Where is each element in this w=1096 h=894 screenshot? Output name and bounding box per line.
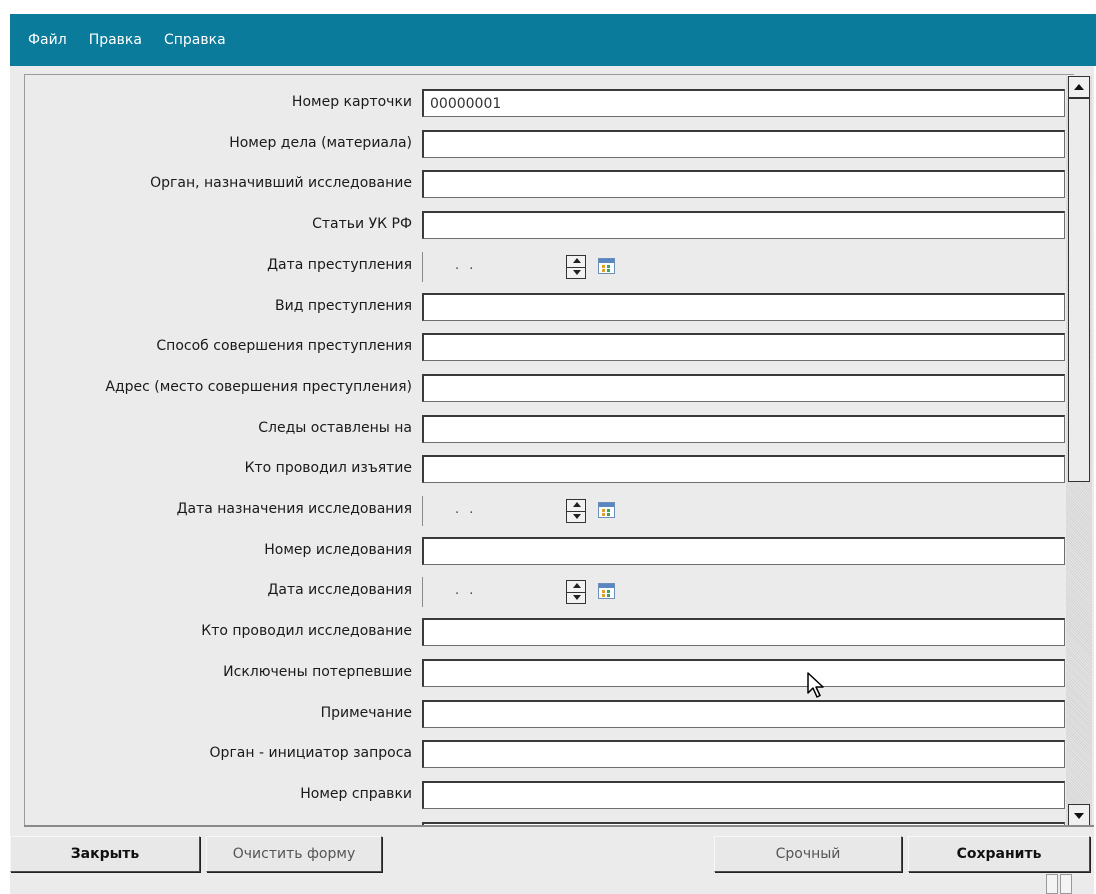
menu-bar: Файл Правка Справка xyxy=(10,14,1096,66)
form-row: Дата исследования . . xyxy=(25,577,1074,607)
text-field[interactable] xyxy=(422,293,1065,321)
form-row: Статьи УК РФ xyxy=(25,211,1074,239)
text-field[interactable] xyxy=(422,537,1065,565)
field-label: Дата назначения исследования xyxy=(176,501,412,517)
field-label: Орган, назначивший исследование xyxy=(150,175,412,191)
form-row: Кто проводил исследование xyxy=(25,618,1074,646)
calendar-icon[interactable] xyxy=(598,583,615,599)
date-value: . . xyxy=(455,583,477,598)
mouse-pointer-icon xyxy=(807,672,824,698)
menu-file[interactable]: Файл xyxy=(28,32,67,48)
field-label: Исключены потерпевшие xyxy=(223,664,412,680)
date-field[interactable]: . . xyxy=(422,252,590,282)
calendar-icon[interactable] xyxy=(598,258,615,274)
text-field[interactable] xyxy=(422,700,1065,728)
calendar-icon[interactable] xyxy=(598,502,615,518)
field-label: Способ совершения преступления xyxy=(156,338,412,354)
text-field[interactable] xyxy=(422,374,1065,402)
field-label: Примечание xyxy=(320,705,412,721)
arrow-down-icon xyxy=(1074,813,1084,819)
text-field[interactable] xyxy=(422,781,1065,809)
form-row: Способ совершения преступления xyxy=(25,333,1074,361)
form-row: Номер справки xyxy=(25,781,1074,809)
scroll-up-button[interactable] xyxy=(1068,76,1090,98)
spinner-icon[interactable] xyxy=(566,255,586,279)
date-field[interactable]: . . xyxy=(422,496,590,526)
date-value: . . xyxy=(455,258,477,273)
menu-edit[interactable]: Правка xyxy=(89,32,142,48)
text-field[interactable] xyxy=(422,170,1065,198)
arrow-up-icon xyxy=(1074,84,1084,90)
field-label: Следы оставлены на xyxy=(258,420,412,436)
clear-form-button[interactable]: Очистить форму xyxy=(206,836,382,872)
text-field[interactable] xyxy=(422,455,1065,483)
text-field[interactable] xyxy=(422,333,1065,361)
form-row: Кто проводил изъятие xyxy=(25,455,1074,483)
field-label: Кто проводил изъятие xyxy=(244,460,412,476)
divider xyxy=(24,825,1094,827)
field-label: Номер дела (материала) xyxy=(229,135,412,151)
field-label: Дата исследования xyxy=(267,582,412,598)
text-field[interactable] xyxy=(422,211,1065,239)
form-row: Примечание xyxy=(25,700,1074,728)
form-row: Орган - инициатор запроса xyxy=(25,740,1074,768)
scrollbar-thumb[interactable] xyxy=(1068,98,1090,482)
text-field[interactable] xyxy=(422,618,1065,646)
urgent-button[interactable]: Срочный xyxy=(714,836,902,872)
form-row: Номер карточки xyxy=(25,89,1074,117)
save-button[interactable]: Сохранить xyxy=(908,836,1090,872)
form-row: Адрес (место совершения преступления) xyxy=(25,374,1074,402)
form-row: Дата назначения исследования . . xyxy=(25,496,1074,526)
card-form: Номер карточки Номер дела (материала) Орга… xyxy=(24,74,1074,826)
spinner-icon[interactable] xyxy=(566,499,586,523)
form-row: Дата преступления . . xyxy=(25,252,1074,282)
field-label: Статьи УК РФ xyxy=(312,216,412,232)
form-row: Номер дела (материала) xyxy=(25,130,1074,158)
close-button[interactable]: Закрыть xyxy=(10,836,200,872)
text-field[interactable] xyxy=(422,89,1065,117)
field-label: Орган - инициатор запроса xyxy=(209,745,412,761)
button-bar: Закрыть Очистить форму Срочный Сохранить xyxy=(10,836,1094,876)
resize-grip[interactable] xyxy=(1044,872,1084,894)
field-label: Номер карточки xyxy=(291,94,412,110)
field-label: Номер справки xyxy=(300,786,412,802)
form-row: Номер иследования xyxy=(25,537,1074,565)
date-value: . . xyxy=(455,502,477,517)
form-row: Следы оставлены на xyxy=(25,415,1074,443)
field-label: Вид преступления xyxy=(274,298,412,314)
spinner-icon[interactable] xyxy=(566,580,586,604)
scroll-down-button[interactable] xyxy=(1068,804,1090,826)
field-label: Кто проводил исследование xyxy=(201,623,412,639)
text-field[interactable] xyxy=(422,659,1065,687)
date-field[interactable]: . . xyxy=(422,577,590,607)
main-window: Файл Правка Справка Номер карточкиНомер … xyxy=(10,14,1096,894)
form-row: Орган, назначивший исследование xyxy=(25,170,1074,198)
form-row: Вид преступления xyxy=(25,293,1074,321)
form-row: Исключены потерпевшие xyxy=(25,659,1074,687)
text-field[interactable] xyxy=(422,130,1065,158)
menu-help[interactable]: Справка xyxy=(164,32,226,48)
text-field[interactable] xyxy=(422,740,1065,768)
field-label: Адрес (место совершения преступления) xyxy=(105,379,412,395)
field-label: Дата преступления xyxy=(267,257,412,273)
text-field[interactable] xyxy=(422,415,1065,443)
vertical-scrollbar[interactable] xyxy=(1066,76,1092,826)
field-label: Номер иследования xyxy=(264,542,412,558)
